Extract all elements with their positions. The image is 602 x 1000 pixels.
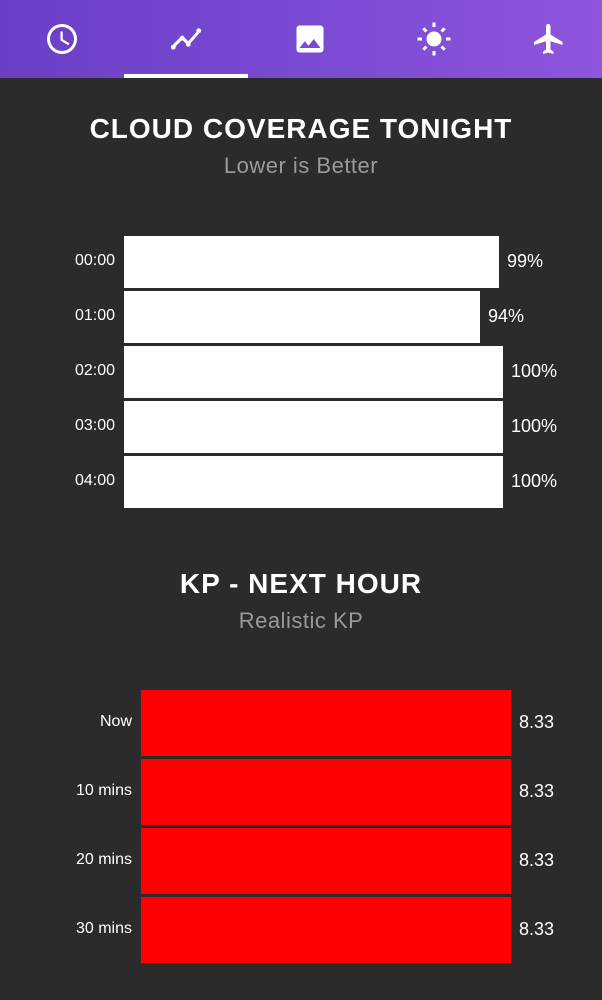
kp-bar bbox=[141, 828, 511, 894]
cloud-bar bbox=[124, 291, 480, 343]
cloud-category-label: 02:00 bbox=[74, 362, 115, 379]
cloud-bar bbox=[124, 401, 503, 453]
kp-value-label: 8.33 bbox=[519, 781, 555, 801]
clock-icon bbox=[47, 24, 77, 54]
cloud-category-label: 04:00 bbox=[74, 472, 115, 489]
top-tab-bar bbox=[0, 0, 602, 78]
cloud-value-label: 94% bbox=[488, 306, 525, 326]
tab-brightness[interactable] bbox=[372, 0, 496, 78]
kp-section-subtitle: Realistic KP bbox=[238, 608, 364, 633]
tab-flights[interactable] bbox=[496, 0, 602, 78]
kp-section-title: KP - NEXT HOUR bbox=[179, 568, 423, 599]
tab-clock[interactable] bbox=[0, 0, 124, 78]
kp-bar bbox=[141, 759, 511, 825]
cloud-value-label: 100% bbox=[511, 416, 558, 436]
cloud-value-label: 100% bbox=[511, 361, 558, 381]
cloud-value-label: 99% bbox=[507, 251, 544, 271]
kp-category-label: 20 mins bbox=[75, 851, 132, 868]
kp-value-label: 8.33 bbox=[519, 850, 555, 870]
cloud-row: 01:00 94% bbox=[0, 291, 602, 343]
trend-icon bbox=[170, 28, 202, 50]
cloud-row: 03:00 100% bbox=[0, 401, 602, 453]
cloud-bar bbox=[124, 346, 503, 398]
cloud-row: 00:00 99% bbox=[0, 236, 602, 288]
kp-value-label: 8.33 bbox=[519, 712, 555, 732]
kp-row: 10 mins 8.33 bbox=[0, 759, 602, 825]
tab-graphs[interactable] bbox=[124, 0, 248, 78]
kp-row: Now 8.33 bbox=[0, 690, 602, 756]
tab-images[interactable] bbox=[248, 0, 372, 78]
kp-category-label: 10 mins bbox=[75, 782, 132, 799]
cloud-bar bbox=[124, 236, 499, 288]
cloud-category-label: 03:00 bbox=[74, 417, 115, 434]
kp-category-label: Now bbox=[99, 713, 132, 730]
kp-category-label: 30 mins bbox=[75, 920, 132, 937]
cloud-value-label: 100% bbox=[511, 471, 558, 491]
cloud-category-label: 00:00 bbox=[74, 252, 115, 269]
cloud-section-title: CLOUD COVERAGE TONIGHT bbox=[89, 113, 513, 144]
kp-row: 20 mins 8.33 bbox=[0, 828, 602, 894]
kp-bar bbox=[141, 897, 511, 963]
cloud-row: 02:00 100% bbox=[0, 346, 602, 398]
cloud-row: 04:00 100% bbox=[0, 456, 602, 508]
kp-bar bbox=[141, 690, 511, 756]
cloud-category-label: 01:00 bbox=[74, 307, 115, 324]
sun-icon bbox=[417, 22, 451, 56]
cloud-section-subtitle: Lower is Better bbox=[223, 153, 379, 178]
cloud-bar bbox=[124, 456, 503, 508]
kp-value-label: 8.33 bbox=[519, 919, 555, 939]
kp-row: 30 mins 8.33 bbox=[0, 897, 602, 963]
image-icon bbox=[296, 25, 324, 53]
airplane-icon bbox=[534, 24, 563, 54]
